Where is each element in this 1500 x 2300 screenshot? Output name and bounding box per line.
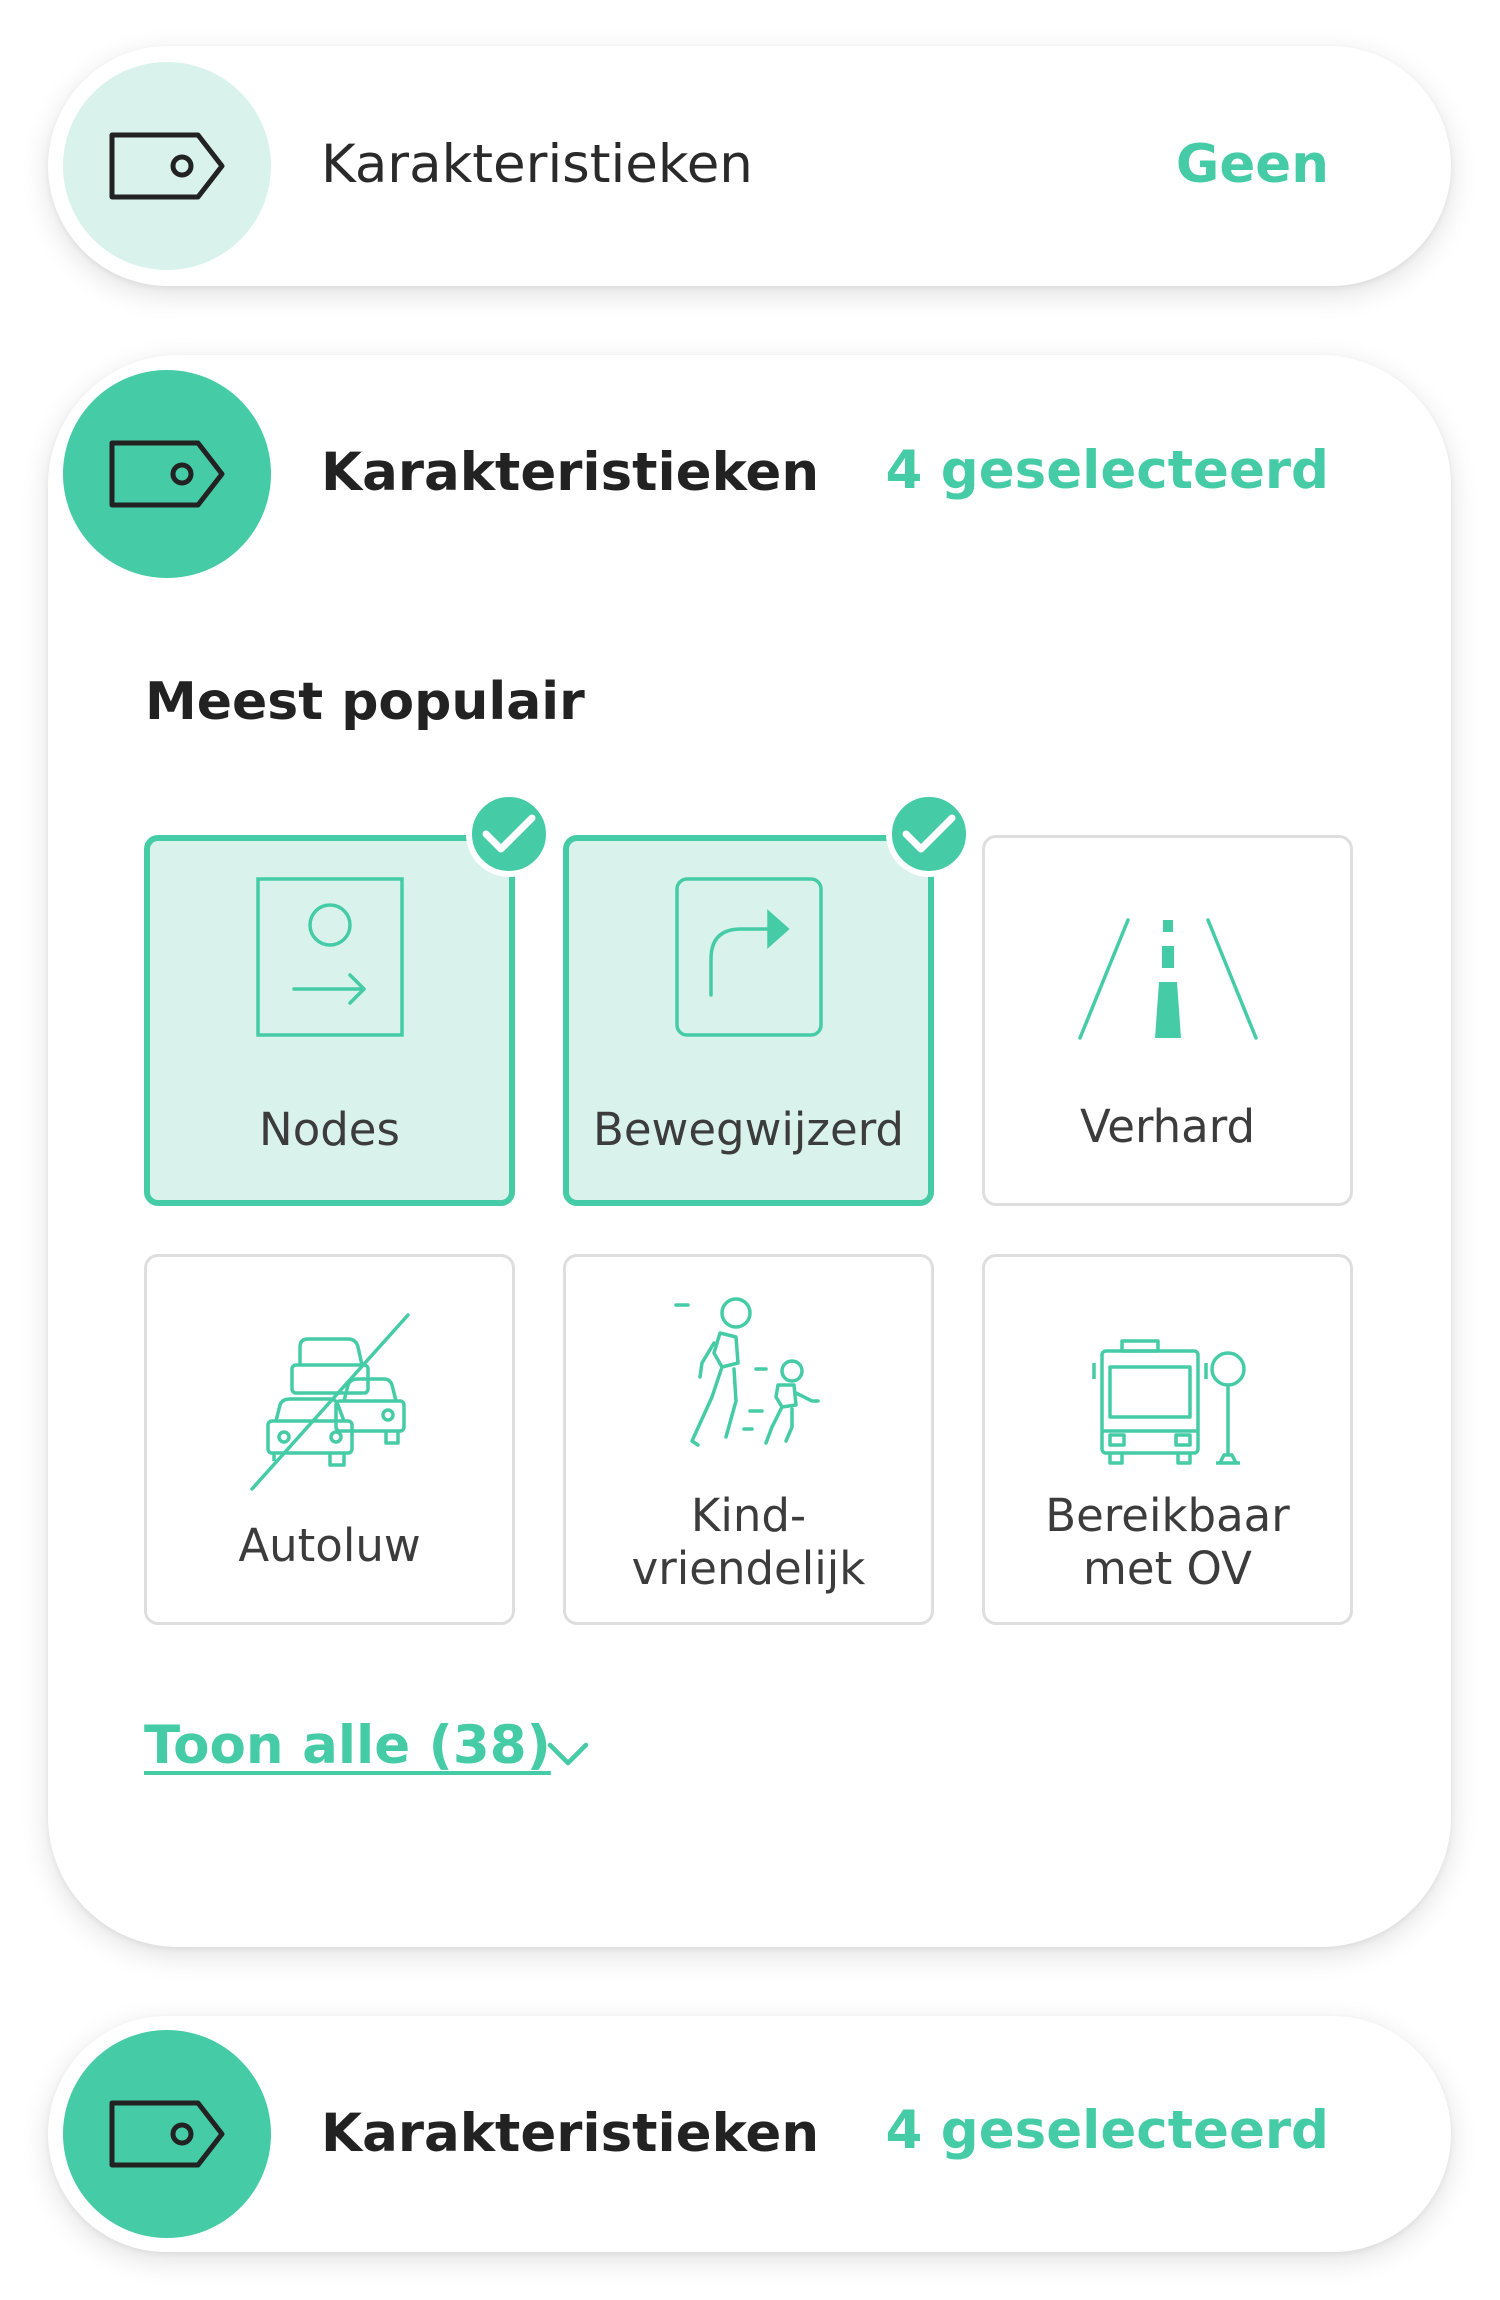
filter-value: 4 geselecteerd	[885, 440, 1329, 501]
option-label: Bewegwijzerd	[592, 1103, 904, 1156]
tag-icon-circle[interactable]	[63, 370, 271, 578]
selected-check-icon	[886, 791, 972, 877]
option-label: Nodes	[259, 1103, 400, 1156]
tag-icon	[109, 132, 225, 200]
car-free-icon	[249, 1313, 410, 1491]
option-card-nodes[interactable]: Nodes	[144, 835, 515, 1206]
filter-title: Karakteristieken	[321, 2103, 820, 2164]
selected-check-icon	[466, 791, 552, 877]
option-label: Autoluw	[238, 1519, 421, 1572]
paved-road-icon	[1077, 918, 1258, 1040]
option-card-signposted[interactable]: Bewegwijzerd	[563, 835, 934, 1206]
filter-title[interactable]: Karakteristieken	[321, 442, 819, 503]
option-label: Kind-vriendelijk	[631, 1489, 866, 1596]
filter-title: Karakteristieken	[321, 134, 753, 195]
section-title: Meest populair	[145, 672, 585, 732]
option-label: Verhard	[1079, 1100, 1256, 1153]
show-all-link[interactable]: Toon alle (38)	[144, 1715, 551, 1776]
chevron-down-icon[interactable]	[546, 1740, 590, 1768]
filter-value: Geen	[1175, 134, 1329, 195]
nodes-icon	[255, 877, 404, 1037]
characteristics-filter-collapsed[interactable]: Karakteristieken Geen	[48, 46, 1451, 286]
characteristics-filter-expanded: Karakteristieken 4 geselecteerd Meest po…	[48, 355, 1451, 1947]
tag-icon-circle	[63, 62, 271, 270]
option-card-paved[interactable]: Verhard	[982, 835, 1353, 1206]
tag-icon	[109, 440, 225, 508]
tag-icon	[109, 2100, 225, 2168]
option-card-child-friendly[interactable]: Kind-vriendelijk	[563, 1254, 934, 1625]
option-label: Bereikbaar met OV	[1045, 1489, 1290, 1596]
signposted-icon	[674, 877, 823, 1037]
tag-icon-circle	[63, 2030, 271, 2238]
public-transport-icon	[1091, 1339, 1246, 1465]
option-card-public-transport[interactable]: Bereikbaar met OV	[982, 1254, 1353, 1625]
child-friendly-icon	[673, 1297, 820, 1447]
characteristics-filter-collapsed-selected[interactable]: Karakteristieken 4 geselecteerd	[48, 2016, 1451, 2252]
filter-value: 4 geselecteerd	[885, 2100, 1329, 2161]
option-card-car-free[interactable]: Autoluw	[144, 1254, 515, 1625]
